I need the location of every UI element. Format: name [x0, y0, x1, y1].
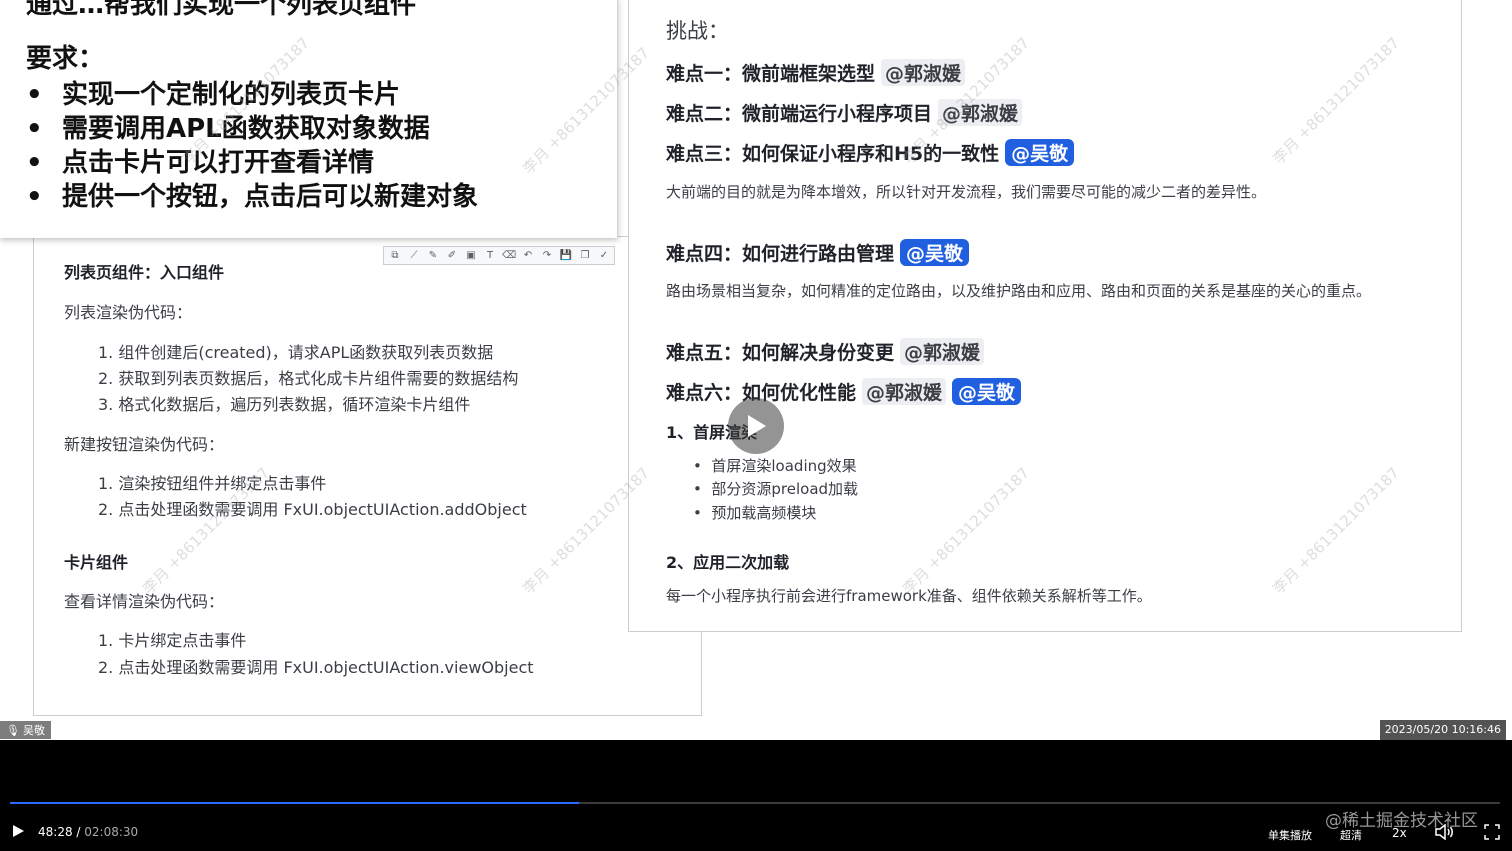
- single-play-toggle[interactable]: 单集播放: [1268, 827, 1312, 843]
- difficulty-5: 难点五：如何解决身份变更 @郭淑媛: [666, 338, 985, 365]
- play-icon: [13, 825, 24, 837]
- mention-tag[interactable]: @郭淑媛: [862, 378, 947, 405]
- microphone-icon: 🎙: [6, 723, 20, 737]
- left-document: 列表页组件：入口组件 列表渲染伪代码： 1. 组件创建后(created)，请求…: [33, 236, 702, 716]
- list-step: 1. 卡片绑定点击事件: [98, 631, 247, 650]
- requirements-card: 通过…帮我们实现一个列表页组件 要求： • 实现一个定制化的列表页卡片 • 需要调用…: [0, 0, 618, 238]
- requirement-item: • 实现一个定制化的列表页卡片: [26, 80, 401, 110]
- copy-icon[interactable]: ❐: [578, 249, 592, 263]
- challenge-label: 挑战：: [666, 19, 729, 43]
- detail-label: 查看详情渲染伪代码：: [64, 592, 225, 611]
- requirement-item: • 提供一个按钮，点击后可以新建对象: [26, 182, 479, 212]
- list-step: 1. 组件创建后(created)，请求APL函数获取列表页数据: [98, 343, 494, 362]
- list-render-label: 列表渲染伪代码：: [64, 303, 193, 322]
- requirement-item: • 点击卡片可以打开查看详情: [26, 148, 375, 178]
- right-document: 挑战： 难点一：微前端框架选型 @郭淑媛 难点二：微前端运行小程序项目 @郭淑媛 难…: [628, 0, 1462, 632]
- current-time: 48:28: [38, 825, 73, 839]
- fullscreen-icon: [1484, 824, 1500, 840]
- annotation-toolbar: ⧉ ⟋ ✎ ✐ ▣ T ⌫ ↶ ↷ 💾 ❐ ✓: [383, 246, 615, 265]
- mention-tag[interactable]: @吴敬: [900, 239, 970, 266]
- perf-bullet: • 部分资源preload加载: [693, 480, 859, 498]
- highlighter-icon[interactable]: ✐: [445, 249, 459, 263]
- difficulty-3-desc: 大前端的目的就是为降本增效，所以针对开发流程，我们需要尽可能的减少二者的差异性。: [666, 183, 1267, 201]
- requirement-item: • 需要调用APL函数获取对象数据: [26, 114, 430, 144]
- quality-select[interactable]: 超清: [1340, 827, 1362, 843]
- mention-tag[interactable]: @吴敬: [1005, 139, 1075, 166]
- video-player-bar: @稀土掘金技术社区 48:28 / 02:08:30 单集播放 超清 2x: [0, 740, 1512, 851]
- speed-select[interactable]: 2x: [1392, 826, 1407, 840]
- new-button-label: 新建按钮渲染伪代码：: [64, 435, 225, 454]
- difficulty-4: 难点四：如何进行路由管理 @吴敬: [666, 239, 970, 266]
- eraser-icon[interactable]: ⌫: [502, 249, 516, 263]
- select-icon[interactable]: ⧉: [388, 249, 402, 263]
- play-overlay-button[interactable]: [728, 398, 784, 454]
- mention-tag[interactable]: @吴敬: [952, 378, 1022, 405]
- difficulty-1: 难点一：微前端框架选型 @郭淑媛: [666, 59, 966, 86]
- perf-bullet: • 预加载高频模块: [693, 504, 817, 522]
- text-icon[interactable]: T: [483, 249, 497, 263]
- play-icon: [748, 415, 766, 437]
- time-display: 48:28 / 02:08:30: [38, 825, 139, 839]
- list-component-heading: 列表页组件：入口组件: [64, 263, 225, 282]
- volume-icon: [1435, 823, 1453, 841]
- recording-timestamp: 2023/05/20 10:16:46: [1379, 720, 1506, 740]
- difficulty-6: 难点六：如何优化性能 @郭淑媛 @吴敬: [666, 378, 1022, 405]
- mention-tag[interactable]: @郭淑媛: [938, 99, 1023, 126]
- progress-fill: [10, 802, 580, 804]
- perf-sub-heading-2: 2、应用二次加载: [666, 553, 790, 572]
- requirements-top-line: 通过…帮我们实现一个列表页组件: [26, 0, 417, 20]
- save-icon[interactable]: 💾: [559, 249, 573, 263]
- pen-icon[interactable]: ✎: [426, 249, 440, 263]
- rect-icon[interactable]: ▣: [464, 249, 478, 263]
- list-step: 2. 点击处理函数需要调用 FxUI.objectUIAction.viewOb…: [98, 658, 534, 677]
- difficulty-3: 难点三：如何保证小程序和H5的一致性 @吴敬: [666, 139, 1075, 166]
- confirm-icon[interactable]: ✓: [597, 249, 611, 263]
- perf-sub2-desc: 每一个小程序执行前会进行framework准备、组件依赖关系解析等工作。: [666, 587, 1152, 605]
- list-step: 2. 获取到列表页数据后，格式化成卡片组件需要的数据结构: [98, 369, 519, 388]
- perf-bullet: • 首屏渲染loading效果: [693, 457, 857, 475]
- video-frame: 列表页组件：入口组件 列表渲染伪代码： 1. 组件创建后(created)，请求…: [0, 0, 1512, 740]
- fullscreen-button[interactable]: [1484, 824, 1500, 843]
- requirements-title: 要求：: [26, 44, 105, 74]
- difficulty-2: 难点二：微前端运行小程序项目 @郭淑媛: [666, 99, 1023, 126]
- list-step: 3. 格式化数据后，遍历列表数据，循环渲染卡片组件: [98, 395, 471, 414]
- play-button[interactable]: [11, 824, 25, 841]
- undo-icon[interactable]: ↶: [521, 249, 535, 263]
- speaker-indicator: 🎙 吴敬: [0, 721, 51, 739]
- progress-bar[interactable]: [10, 802, 1500, 804]
- line-icon[interactable]: ⟋: [407, 249, 421, 263]
- redo-icon[interactable]: ↷: [540, 249, 554, 263]
- mention-tag[interactable]: @郭淑媛: [900, 338, 985, 365]
- list-step: 2. 点击处理函数需要调用 FxUI.objectUIAction.addObj…: [98, 500, 527, 519]
- difficulty-4-desc: 路由场景相当复杂，如何精准的定位路由，以及维护路由和应用、路由和页面的关系是基座…: [666, 282, 1372, 300]
- duration: 02:08:30: [84, 825, 139, 839]
- list-step: 1. 渲染按钮组件并绑定点击事件: [98, 474, 327, 493]
- volume-button[interactable]: [1435, 823, 1455, 843]
- card-component-heading: 卡片组件: [64, 553, 129, 572]
- mention-tag[interactable]: @郭淑媛: [881, 59, 966, 86]
